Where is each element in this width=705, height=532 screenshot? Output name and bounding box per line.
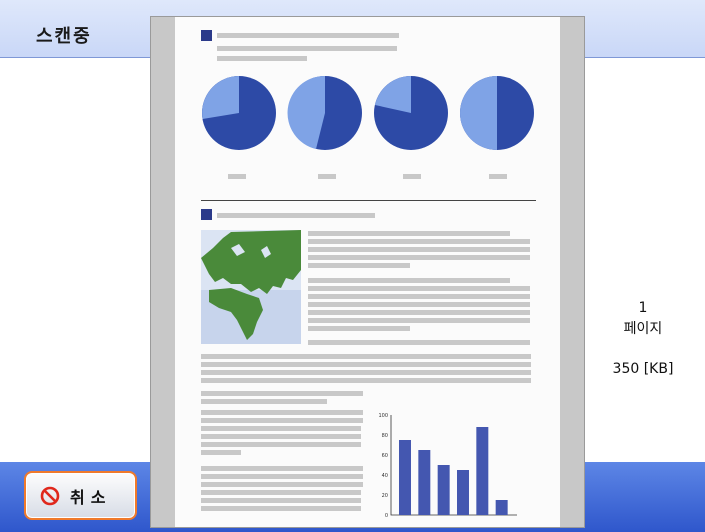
y-tick-label: 80 (382, 433, 388, 439)
chart-bar (476, 427, 489, 515)
file-size: 350 [KB] (612, 361, 674, 377)
pie-chart-4 (460, 76, 534, 150)
y-tick-label: 0 (385, 513, 388, 519)
bar-chart: 0 20 40 60 80 100 (378, 413, 517, 519)
cancel-button[interactable]: 취소 (24, 471, 137, 520)
page-label: 페이지 (623, 321, 663, 337)
y-tick-label: 60 (382, 453, 388, 459)
y-tick-label: 20 (382, 493, 388, 499)
y-tick-label: 40 (382, 473, 388, 479)
scanned-page: 0 20 40 60 80 100 (175, 17, 560, 527)
chart-bar (457, 470, 469, 515)
pie-chart-2 (287, 75, 362, 150)
y-tick-label: 100 (378, 413, 388, 419)
pie-chart-3 (374, 76, 448, 150)
cancel-label: 취소 (70, 487, 112, 507)
window-title: 스캔중 (36, 26, 92, 47)
pie-chart-1 (202, 76, 276, 150)
chart-bar (437, 465, 450, 515)
chart-bar (399, 440, 411, 515)
scan-preview: 0 20 40 60 80 100 (151, 17, 584, 527)
prohibited-icon (40, 486, 60, 505)
world-map-image (201, 230, 301, 344)
page-count: 1 (638, 300, 648, 316)
chart-bar (495, 500, 508, 515)
chart-bar (418, 450, 431, 515)
